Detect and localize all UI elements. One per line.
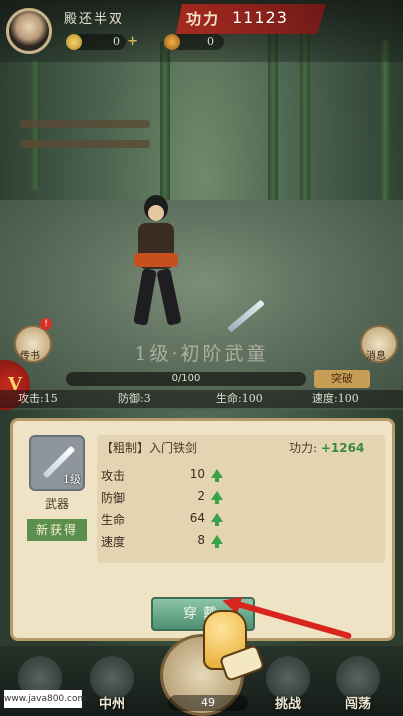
avatar[interactable] xyxy=(6,8,52,54)
power-compare: 功力: +1264 xyxy=(289,439,364,456)
player-name: 殿还半双 xyxy=(64,12,125,27)
power-label: 功力 xyxy=(186,10,221,28)
power-value: 11123 xyxy=(232,8,288,27)
item-type: 武器 xyxy=(44,497,69,511)
notification-badge: ! xyxy=(40,318,52,330)
item-stat-row: 攻击 10 xyxy=(101,467,301,487)
bamboo-stalk xyxy=(160,40,170,210)
rank-title: 1级·初阶武童 xyxy=(134,343,269,365)
item-level: 1级 xyxy=(63,473,81,486)
add-gold-button[interactable]: + xyxy=(127,34,138,50)
item-dialog: 1级 武器 新获得 【粗制】入门铁剑 功力: +1264 攻击 10 防御 2 … xyxy=(10,418,395,641)
top-bar: 殿还半双 0 + 0 功力 11123 xyxy=(0,0,403,62)
player-character xyxy=(120,195,195,335)
stat-label: 生命 xyxy=(101,513,126,527)
item-stat-row: 防御 2 xyxy=(101,489,301,509)
stat-attack: 攻击:15 xyxy=(18,392,58,405)
stat-label: 攻击 xyxy=(101,469,126,483)
stat-value: 8 xyxy=(197,533,205,547)
gold-value: 0 xyxy=(113,35,120,48)
nav-item-zhongzhou[interactable]: 中州 xyxy=(84,656,140,712)
nav-item-adventure[interactable]: 闯荡 xyxy=(330,656,386,712)
nav-label: 闯荡 xyxy=(344,697,371,712)
stat-speed: 速度:100 xyxy=(312,392,359,405)
item-slot[interactable]: 1级 xyxy=(29,435,85,491)
ingot-icon xyxy=(164,34,180,50)
gold-icon xyxy=(66,34,82,50)
new-badge: 新获得 xyxy=(27,519,87,541)
stat-defense: 防御:3 xyxy=(118,392,151,405)
stat-value: 10 xyxy=(189,467,205,481)
watermark: www.java800.com xyxy=(4,690,86,708)
stat-label: 防御 xyxy=(101,491,126,505)
item-stat-row: 速度 8 xyxy=(101,533,301,553)
stat-label: 速度 xyxy=(101,535,126,549)
ingot-value: 0 xyxy=(207,35,214,48)
stat-value: 64 xyxy=(189,511,205,525)
power-delta: +1264 xyxy=(320,441,365,455)
stats-strip: 攻击:15 防御:3 生命:100 速度:100 xyxy=(0,390,403,408)
fence xyxy=(20,140,150,148)
bamboo-stalk xyxy=(380,40,390,200)
item-stat-row: 生命 64 xyxy=(101,511,301,531)
item-name: 【粗制】入门铁剑 xyxy=(101,441,198,455)
nav-label: 中州 xyxy=(98,697,125,712)
xp-text: 0/100 xyxy=(171,373,201,384)
power-compare-label: 功力: xyxy=(289,441,318,455)
fence xyxy=(20,120,150,128)
center-count: 49 xyxy=(168,695,248,711)
item-detail-panel: 【粗制】入门铁剑 功力: +1264 攻击 10 防御 2 生命 64 速度 8 xyxy=(97,435,385,563)
nav-item-challenge[interactable]: 挑战 xyxy=(260,656,316,712)
stat-value: 2 xyxy=(197,489,205,503)
nav-label: 挑战 xyxy=(274,697,301,712)
stat-hp: 生命:100 xyxy=(216,392,263,405)
ingot-counter: 0 xyxy=(164,34,224,50)
breakthrough-button[interactable]: 突破 xyxy=(314,370,370,388)
gold-counter: 0 + xyxy=(66,34,138,50)
